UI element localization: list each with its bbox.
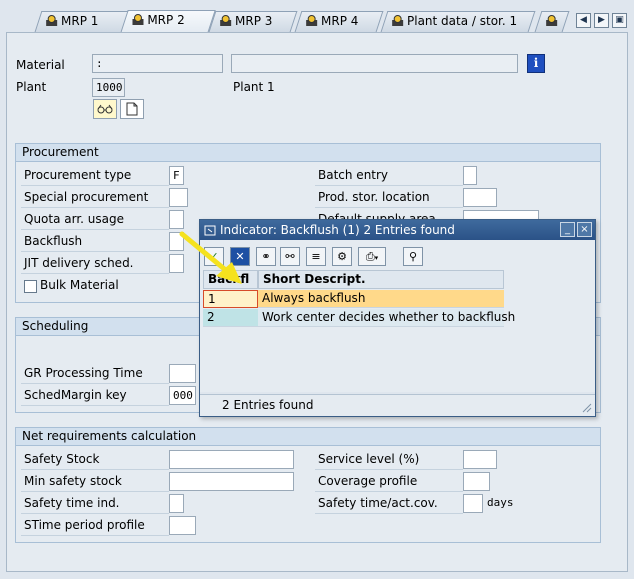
tab-scroll-left-button[interactable]: ◀ [576, 13, 591, 28]
bulk-material-checkbox[interactable] [24, 280, 37, 293]
stamp-icon [46, 15, 58, 26]
document-icon [126, 102, 138, 116]
quota-arr-usage-field[interactable] [169, 210, 184, 229]
min-safety-stock-field[interactable] [169, 472, 294, 491]
gr-processing-time-label: GR Processing Time [21, 363, 169, 384]
glasses-icon [97, 104, 113, 114]
document-button[interactable] [120, 99, 144, 119]
stamp-icon [546, 15, 558, 26]
column-header-short-descript[interactable]: Short Descript. [258, 270, 504, 289]
bulk-material-label: Bulk Material [40, 278, 119, 292]
printer-icon: ⎙ [365, 250, 375, 263]
close-button[interactable]: × [577, 222, 592, 237]
sort-icon: ≡ [311, 250, 321, 263]
sort-button[interactable]: ≡ [306, 247, 326, 266]
stamp-icon [132, 14, 144, 25]
backflush-label: Backflush [21, 231, 169, 252]
procurement-type-label: Procurement type [21, 165, 169, 186]
days-unit-label: days [487, 496, 514, 509]
procurement-type-field[interactable]: F [169, 166, 184, 185]
triangle-right-icon: ▶ [598, 15, 605, 25]
sap-screen: MRP 1 MRP 2 MRP 3 MRP 4 Plant data / sto… [0, 0, 634, 579]
safety-stock-field[interactable] [169, 450, 294, 469]
row-1-key[interactable]: 1 [203, 290, 258, 308]
info-button[interactable]: i [527, 54, 545, 73]
tab-list-button[interactable]: ▣ [612, 13, 627, 28]
stime-period-profile-label: STime period profile [21, 515, 169, 536]
procurement-title: Procurement [16, 144, 600, 162]
safety-time-ind-label: Safety time ind. [21, 493, 169, 514]
find-button[interactable]: ⚭ [256, 247, 276, 266]
tab-strip: MRP 1 MRP 2 MRP 3 MRP 4 Plant data / sto… [0, 0, 634, 33]
tab-scroll-right-button[interactable]: ▶ [594, 13, 609, 28]
stime-period-profile-field[interactable] [169, 516, 196, 535]
tab-mrp-4[interactable]: MRP 4 [294, 11, 384, 32]
material-label: Material [16, 58, 65, 72]
quota-arr-usage-label: Quota arr. usage [21, 209, 169, 230]
tab-plant-data-stor-1[interactable]: Plant data / stor. 1 [380, 11, 536, 32]
plant-label: Plant [16, 80, 47, 94]
prod-stor-location-field[interactable] [463, 188, 497, 207]
schedmargin-key-label: SchedMargin key [21, 385, 169, 406]
chevron-down-icon: ▾ [374, 254, 379, 262]
special-procurement-label: Special procurement [21, 187, 169, 208]
safety-time-act-cov-field[interactable] [463, 494, 483, 513]
resize-grip-icon[interactable] [580, 401, 592, 413]
dialog-title-bar: Indicator: Backflush (1) 2 Entries found… [200, 220, 595, 240]
backflush-value-help-dialog: Indicator: Backflush (1) 2 Entries found… [199, 219, 596, 417]
service-level-label: Service level (%) [315, 449, 463, 470]
batch-entry-label: Batch entry [315, 165, 463, 186]
stamp-icon [220, 15, 232, 26]
broom-button[interactable]: ⚲ [403, 247, 423, 266]
broom-icon: ⚲ [408, 250, 418, 263]
special-procurement-field[interactable] [169, 188, 188, 207]
gr-processing-time-field[interactable] [169, 364, 196, 383]
close-icon: × [580, 224, 589, 235]
safety-time-ind-field[interactable] [169, 494, 184, 513]
info-icon: i [533, 56, 539, 70]
row-2-key[interactable]: 2 [203, 309, 258, 327]
net-requirements-title: Net requirements calculation [16, 428, 600, 446]
stamp-icon [392, 15, 404, 26]
tab-list-icon: ▣ [615, 15, 624, 25]
material-description-field[interactable] [231, 54, 518, 73]
minimize-button[interactable]: _ [560, 222, 575, 237]
tab-mrp-3[interactable]: MRP 3 [208, 11, 298, 32]
binoculars-icon: ⚭ [261, 250, 271, 263]
net-requirements-group: Net requirements calculation Safety Stoc… [15, 427, 601, 543]
tab-mrp-2[interactable]: MRP 2 [120, 10, 216, 33]
plant-description: Plant 1 [233, 80, 275, 94]
gear-icon: ⚙ [337, 250, 347, 263]
prod-stor-location-label: Prod. stor. location [315, 187, 463, 208]
row-2-description[interactable]: Work center decides whether to backflush [258, 309, 515, 327]
binoculars-plus-icon: ⚯ [285, 250, 295, 263]
plant-field[interactable]: 1000 [92, 78, 125, 97]
service-level-field[interactable] [463, 450, 497, 469]
find-next-button[interactable]: ⚯ [280, 247, 300, 266]
minimize-icon: _ [565, 224, 570, 235]
dialog-status-bar: 2 Entries found [200, 394, 595, 416]
annotation-arrow-icon [179, 231, 242, 284]
safety-time-act-cov-label: Safety time/act.cov. [315, 493, 463, 514]
jit-delivery-label: JIT delivery sched. [21, 253, 169, 274]
schedmargin-key-field[interactable]: 000 [169, 386, 196, 405]
batch-entry-field[interactable] [463, 166, 477, 185]
material-field[interactable]: : [92, 54, 223, 73]
glasses-button[interactable] [93, 99, 117, 119]
coverage-profile-field[interactable] [463, 472, 490, 491]
coverage-profile-label: Coverage profile [315, 471, 463, 492]
tab-mrp-1[interactable]: MRP 1 [34, 11, 132, 32]
min-safety-stock-label: Min safety stock [21, 471, 169, 492]
row-1-description[interactable]: Always backflush [258, 290, 504, 308]
settings-button[interactable]: ⚙ [332, 247, 352, 266]
dialog-title: Indicator: Backflush (1) 2 Entries found [220, 223, 455, 237]
stamp-icon [306, 15, 318, 26]
tab-partial[interactable] [534, 11, 570, 32]
triangle-left-icon: ◀ [580, 15, 587, 25]
safety-stock-label: Safety Stock [21, 449, 169, 470]
print-button[interactable]: ⎙▾ [358, 247, 386, 266]
